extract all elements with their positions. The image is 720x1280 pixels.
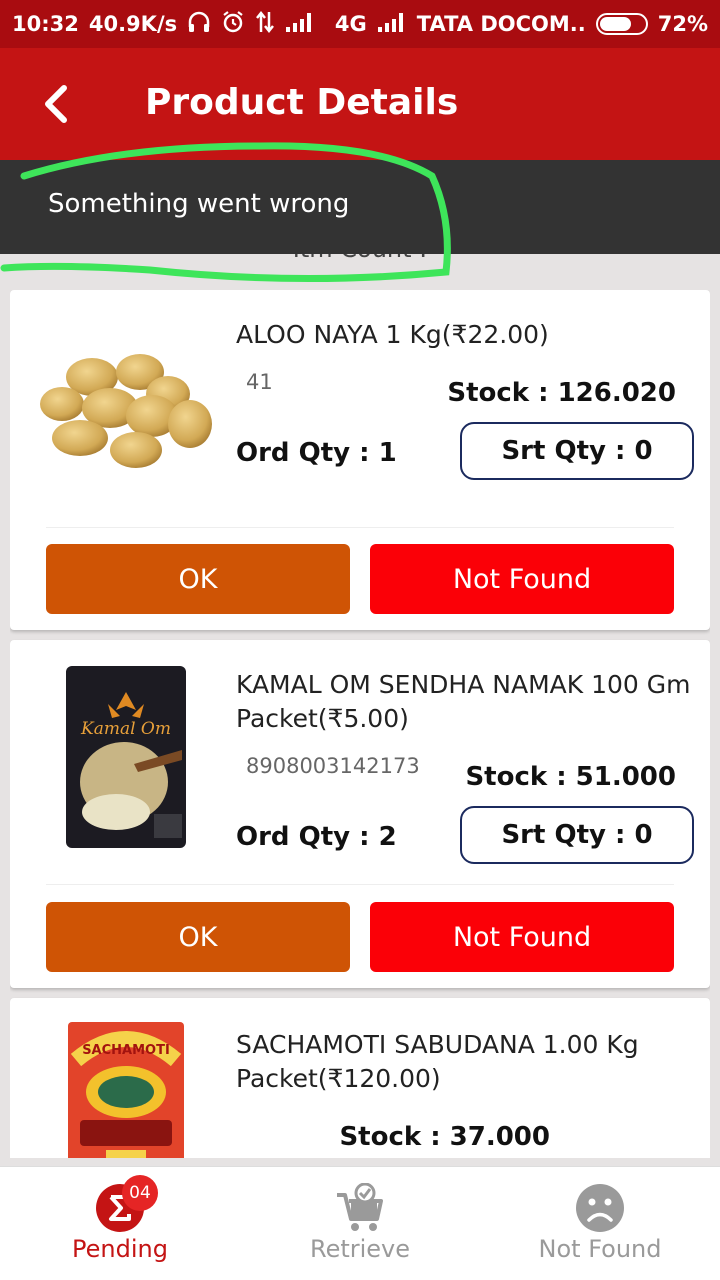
product-card: Kamal Om KAMAL OM SENDHA NAMAK 100 Gm Pa…	[10, 640, 710, 988]
potatoes-image	[40, 342, 216, 472]
status-carrier: TATA DOCOM..	[416, 12, 586, 36]
app-bar: Product Details	[0, 48, 720, 160]
page-title: Product Details	[145, 82, 459, 123]
error-toast: Something went wrong	[0, 160, 720, 254]
sabudana-packet-brand: SACHAMOTI	[82, 1043, 170, 1058]
product-card: SACHAMOTI SACHAMOTI SABUDANA 1.00 Kg Pac…	[10, 998, 710, 1158]
product-card: ALOO NAYA 1 Kg(₹22.00) 41 Stock : 126.02…	[10, 290, 710, 630]
pending-badge: 04	[122, 1175, 158, 1211]
product-code: 8908003142173	[246, 754, 420, 778]
ord-qty-label: Ord Qty : 1	[236, 438, 397, 468]
ok-button[interactable]: OK	[46, 544, 350, 614]
sabudana-packet-image: SACHAMOTI	[66, 1020, 186, 1158]
product-list[interactable]: ALOO NAYA 1 Kg(₹22.00) 41 Stock : 126.02…	[10, 290, 710, 1158]
tab-label: Not Found	[538, 1235, 662, 1263]
sad-face-icon	[576, 1184, 624, 1232]
not-found-button[interactable]: Not Found	[370, 902, 674, 972]
product-name: KAMAL OM SENDHA NAMAK 100 Gm Packet(₹5.0…	[236, 670, 691, 733]
srt-qty-field[interactable]: Srt Qty : 0	[460, 806, 694, 864]
ord-qty-label: Ord Qty : 2	[236, 822, 397, 852]
battery-fill	[599, 17, 632, 31]
stock-label: Stock : 37.000	[339, 1122, 550, 1152]
status-battery: 72%	[657, 12, 708, 36]
ok-button[interactable]: OK	[46, 902, 350, 972]
tab-retrieve[interactable]: Retrieve	[240, 1167, 480, 1280]
salt-packet-brand: Kamal Om	[80, 719, 171, 739]
chevron-left-icon	[45, 85, 67, 123]
headphones-icon	[187, 11, 211, 38]
battery-icon	[595, 13, 648, 35]
cart-check-icon	[337, 1183, 383, 1231]
tab-not-found[interactable]: Not Found	[480, 1167, 720, 1280]
tab-pending[interactable]: 04 Pending	[0, 1167, 240, 1280]
toast-message: Something went wrong	[48, 189, 350, 219]
product-name: SACHAMOTI SABUDANA 1.00 Kg Packet(₹120.0…	[236, 1030, 639, 1093]
tab-label: Retrieve	[309, 1235, 411, 1263]
status-time: 10:32	[12, 12, 79, 36]
bottom-navigation: 04 Pending Retrieve Not Found	[0, 1166, 720, 1280]
divider	[46, 527, 674, 528]
back-button[interactable]	[34, 76, 78, 132]
product-code: 41	[246, 370, 273, 394]
salt-packet-image: Kamal Om	[64, 664, 188, 850]
alarm-icon	[221, 10, 245, 39]
status-speed: 40.9K/s	[88, 12, 178, 36]
data-arrows-icon	[255, 10, 275, 39]
status-bar: 10:32 40.9K/s 4G TATA DOCOM.. 72%	[0, 0, 720, 48]
not-found-button[interactable]: Not Found	[370, 544, 674, 614]
status-network: 4G	[334, 12, 367, 36]
stock-label: Stock : 126.020	[447, 378, 676, 408]
product-name: ALOO NAYA 1 Kg(₹22.00)	[236, 320, 549, 349]
signal-icon	[377, 11, 407, 38]
tab-label: Pending	[72, 1235, 168, 1263]
divider	[46, 884, 674, 885]
srt-qty-field[interactable]: Srt Qty : 0	[460, 422, 694, 480]
signal-icon	[285, 11, 315, 38]
stock-label: Stock : 51.000	[465, 762, 676, 792]
